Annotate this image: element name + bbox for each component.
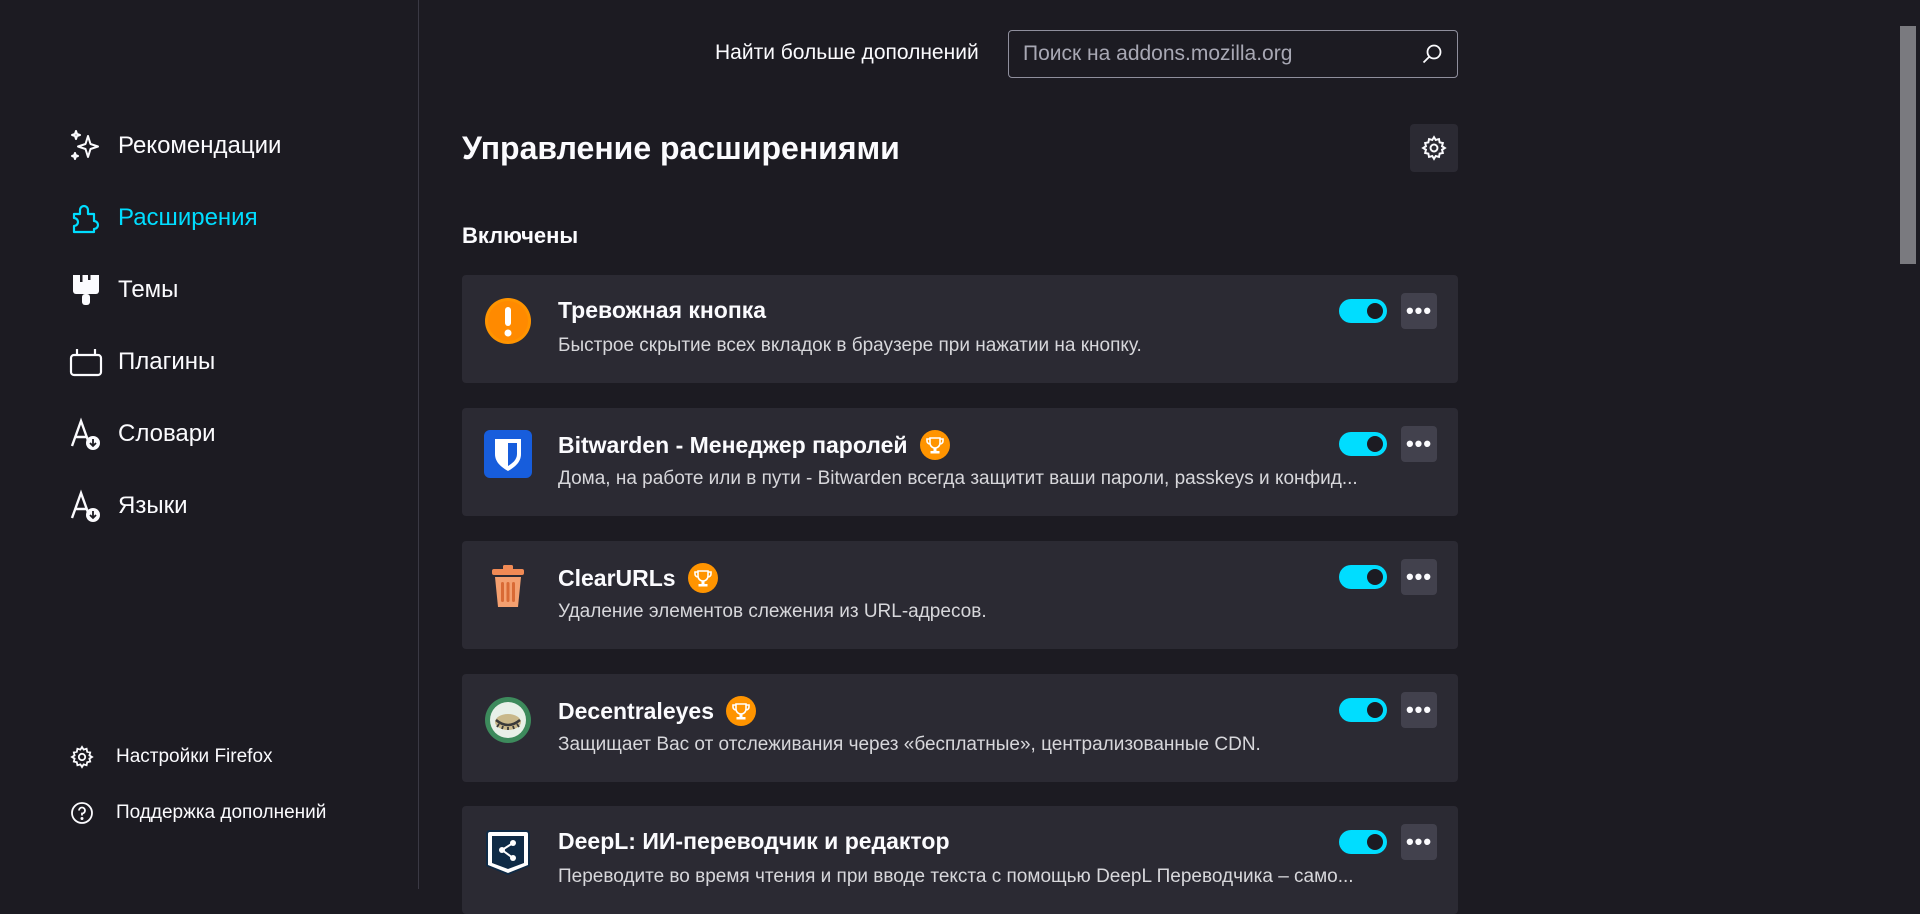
extension-more-options-button[interactable]: ••• [1401,559,1437,595]
extension-enable-toggle[interactable] [1339,299,1387,323]
extension-card[interactable]: Тревожная кнопка Быстрое скрытие всех вк… [462,275,1458,383]
category-dictionaries[interactable]: Словари [68,414,216,454]
extension-description: Удаление элементов слежения из URL-адрес… [558,601,987,622]
decentraleyes-icon [485,697,531,743]
toggle-knob [1367,834,1383,850]
addons-search-box[interactable] [1008,30,1458,78]
extension-enable-toggle[interactable] [1339,565,1387,589]
extension-more-options-button[interactable]: ••• [1401,293,1437,329]
page-title: Управление расширениями [462,130,900,166]
extension-card[interactable]: ClearURLs Удаление элементов слежения из… [462,541,1458,649]
addons-search-input[interactable] [1009,41,1421,67]
extension-enable-toggle[interactable] [1339,698,1387,722]
extension-enable-toggle[interactable] [1339,432,1387,456]
puzzle-piece-icon [72,204,100,234]
scrollbar-thumb[interactable] [1900,26,1916,264]
paintbrush-icon [73,275,99,305]
extension-name: Bitwarden - Менеджер паролей [558,431,908,458]
trash-can-icon [492,565,524,607]
deepl-icon [486,830,530,875]
dictionary-icon [70,417,100,450]
extension-description: Дома, на работе или в пути - Bitwarden в… [558,468,1358,489]
sparkles-icon [71,130,99,160]
firefox-settings-link[interactable]: Настройки Firefox [70,742,273,772]
toggle-knob [1367,436,1383,452]
extension-name: DeepL: ИИ-переводчик и редактор [558,828,950,854]
extension-enable-toggle[interactable] [1339,830,1387,854]
addons-support-link[interactable]: Поддержка дополнений [70,798,326,828]
gear-icon [1421,135,1447,161]
plugin-icon [69,349,103,377]
tools-button[interactable] [1410,124,1458,172]
recommended-trophy-icon[interactable] [687,563,718,593]
extension-name: Decentraleyes [558,697,714,724]
warning-icon [485,298,531,344]
extension-name: ClearURLs [558,564,676,591]
bitwarden-shield-icon [484,430,532,478]
search-icon[interactable] [1421,43,1443,65]
category-plugins[interactable]: Плагины [68,342,215,382]
categories-sidebar: Рекомендации Расширения Темы Плагины Сло… [0,0,419,889]
language-icon [70,489,100,522]
category-extensions[interactable]: Расширения [68,198,258,238]
extension-description: Защищает Вас от отслеживания через «бесп… [558,734,1261,755]
footer-label: Настройки Firefox [116,746,273,767]
category-label: Плагины [118,348,216,375]
toggle-knob [1367,303,1383,319]
toggle-knob [1367,569,1383,585]
extension-name: Тревожная кнопка [558,297,767,323]
extension-card[interactable]: DeepL: ИИ-переводчик и редактор Переводи… [462,806,1458,914]
category-themes[interactable]: Темы [68,270,178,310]
extension-description: Переводите во время чтения и при вводе т… [558,866,1354,887]
extension-more-options-button[interactable]: ••• [1401,824,1437,860]
help-icon [71,802,93,824]
footer-label: Поддержка дополнений [116,802,327,823]
scrollbar[interactable] [1896,0,1920,889]
category-label: Словари [118,420,216,447]
extension-more-options-button[interactable]: ••• [1401,692,1437,728]
category-label: Рекомендации [118,132,282,159]
category-recommendations[interactable]: Рекомендации [68,126,281,166]
extension-card[interactable]: Decentraleyes Защищает Вас от отслеживан… [462,674,1458,782]
category-label: Языки [118,492,188,519]
category-languages[interactable]: Языки [68,486,188,526]
gear-icon [70,745,94,769]
extension-more-options-button[interactable]: ••• [1401,426,1437,462]
find-more-label: Найти больше дополнений [715,41,979,64]
category-label: Темы [118,276,179,303]
extension-description: Быстрое скрытие всех вкладок в браузере … [558,335,1142,356]
extension-card[interactable]: Bitwarden - Менеджер паролей Дома, на ра… [462,408,1458,516]
recommended-trophy-icon[interactable] [726,696,756,726]
main-content: Найти больше дополнений Управление расши… [420,0,1900,914]
recommended-trophy-icon[interactable] [919,430,950,460]
enabled-section-heading: Включены [462,223,579,248]
category-label: Расширения [118,204,258,231]
toggle-knob [1367,702,1383,718]
